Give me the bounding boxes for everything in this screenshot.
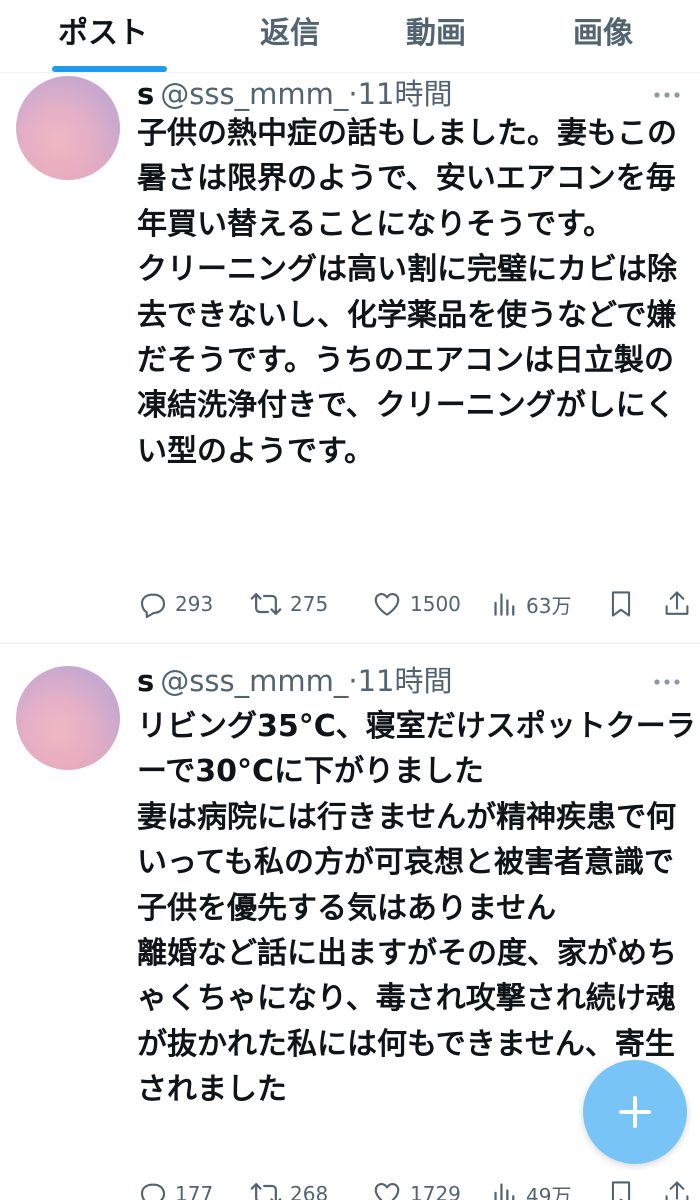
tab-posts[interactable]: ポスト	[58, 10, 148, 58]
repost-count: 275	[290, 592, 329, 616]
like-count: 1729	[410, 1182, 461, 1200]
repost-icon	[250, 1183, 282, 1200]
action-bar: 293 275 1500 63万	[0, 584, 700, 624]
separator: ·	[348, 77, 358, 111]
reply-button[interactable]: 293	[137, 584, 213, 624]
views-button[interactable]: 63万	[492, 584, 571, 624]
more-icon[interactable]	[652, 88, 682, 102]
view-count: 49万	[526, 1183, 572, 1200]
like-count: 1500	[410, 592, 461, 616]
profile-tabs: ポスト 返信 動画 画像	[0, 0, 700, 73]
post-text: 子供の熱中症の話もしました。妻もこの暑さは限界のようで、安いエアコンを毎年買い替…	[137, 116, 677, 469]
view-count: 63万	[526, 593, 572, 618]
share-button[interactable]	[663, 1174, 691, 1200]
post-time[interactable]: 11時間	[358, 77, 453, 111]
repost-button[interactable]: 268	[250, 1174, 328, 1200]
post[interactable]: s @sss_mmm_·11時間 子供の熱中症の話もしました。妻もこの暑さは限界の…	[0, 73, 700, 643]
more-icon[interactable]	[652, 675, 682, 689]
handle[interactable]: @sss_mmm_	[160, 77, 348, 111]
share-icon	[665, 1181, 689, 1200]
like-button[interactable]: 1500	[372, 584, 461, 624]
heart-icon	[374, 592, 400, 616]
avatar[interactable]	[16, 666, 120, 770]
views-icon	[494, 1183, 515, 1200]
repost-icon	[250, 593, 282, 615]
action-bar: 177 268 1729 49万	[0, 1174, 700, 1200]
display-name[interactable]: s	[137, 664, 154, 698]
avatar[interactable]	[16, 76, 120, 180]
profile-timeline: ポスト 返信 動画 画像 s @sss_mmm_·11時間 子供の熱中症の話もしま…	[0, 0, 700, 1200]
bookmark-icon	[611, 1181, 631, 1200]
separator: ·	[348, 664, 358, 698]
compose-button[interactable]	[583, 1060, 687, 1164]
post-time[interactable]: 11時間	[358, 664, 453, 698]
post-header: s @sss_mmm_·11時間	[137, 74, 452, 114]
bookmark-icon	[611, 591, 631, 617]
active-tab-indicator	[52, 66, 167, 72]
tab-replies[interactable]: 返信	[260, 10, 320, 58]
reply-count: 293	[175, 592, 214, 616]
reply-icon	[140, 593, 166, 619]
views-icon	[494, 593, 515, 616]
repost-count: 268	[290, 1182, 329, 1200]
heart-icon	[374, 1182, 400, 1200]
post-text: リビング35°C、寝室だけスポットクーラーで30°Cに下がりました 妻は病院には…	[137, 709, 696, 1108]
reply-count: 177	[175, 1182, 214, 1200]
share-icon	[665, 591, 689, 615]
reply-button[interactable]: 177	[137, 1174, 213, 1200]
handle[interactable]: @sss_mmm_	[160, 664, 348, 698]
share-button[interactable]	[663, 584, 691, 624]
post-header: s @sss_mmm_·11時間	[137, 661, 452, 701]
bookmark-button[interactable]	[608, 1174, 634, 1200]
repost-button[interactable]: 275	[250, 584, 328, 624]
display-name[interactable]: s	[137, 77, 154, 111]
like-button[interactable]: 1729	[372, 1174, 461, 1200]
bookmark-button[interactable]	[608, 584, 634, 624]
views-button[interactable]: 49万	[492, 1174, 571, 1200]
tab-videos[interactable]: 動画	[406, 10, 466, 58]
plus-icon	[619, 1096, 651, 1128]
tab-media[interactable]: 画像	[573, 10, 633, 58]
reply-icon	[140, 1183, 166, 1200]
